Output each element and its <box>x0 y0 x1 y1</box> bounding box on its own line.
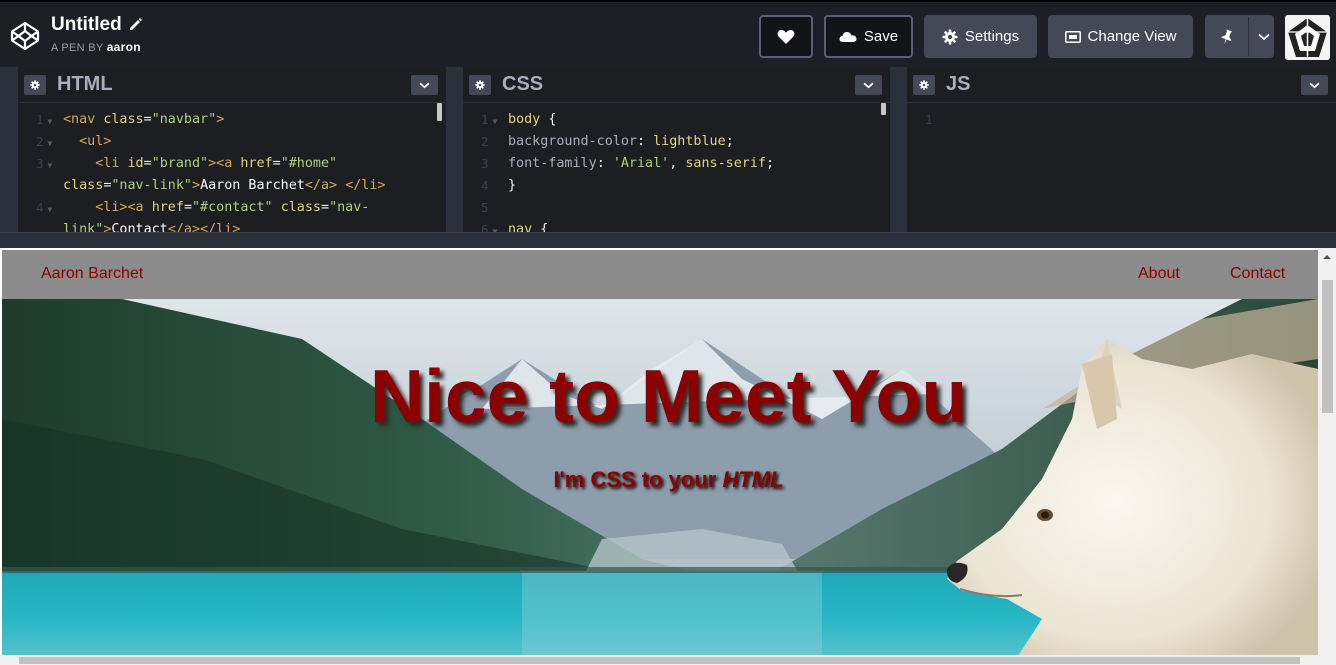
css-pane-title: CSS <box>502 73 544 95</box>
pin-menu-toggle[interactable] <box>1256 33 1272 41</box>
line-number: 3 <box>481 156 489 171</box>
line-number: 2 <box>481 134 489 149</box>
css-settings-button[interactable] <box>469 75 491 95</box>
line-number: 3 ▼ <box>36 156 53 171</box>
editor-panes: HTML 1 ▼ 2 ▼ 3 ▼ 4 ▼ <nav class="navbar"> <u… <box>0 67 1336 232</box>
code-line: <ul> <box>79 134 112 149</box>
js-code-area[interactable]: 1 <box>907 104 1336 232</box>
preview-resizer[interactable] <box>0 232 1336 248</box>
line-number: 1 ▼ <box>36 112 53 127</box>
code-line: <li><a href="#contact" class="nav- <box>95 200 370 215</box>
pen-title[interactable]: Untitled <box>51 14 122 36</box>
css-collapse-button[interactable] <box>855 75 882 95</box>
line-number: 6 ▼ <box>481 222 498 232</box>
js-pane-title: JS <box>946 73 971 95</box>
byline-prefix: A PEN BY <box>51 42 104 54</box>
settings-label: Settings <box>964 28 1020 45</box>
html-editor-pane: HTML 1 ▼ 2 ▼ 3 ▼ 4 ▼ <nav class="navbar"> <u… <box>18 67 446 232</box>
html-pane-header: HTML <box>18 67 446 103</box>
avatar-image <box>1285 15 1330 60</box>
scroll-up-arrow-icon[interactable] <box>1318 250 1336 264</box>
change-view-label: Change View <box>1087 28 1177 45</box>
html-code-area[interactable]: 1 ▼ 2 ▼ 3 ▼ 4 ▼ <nav class="navbar"> <ul> <l… <box>18 104 446 232</box>
pin-icon <box>1221 28 1233 44</box>
hero-subtitle: I'm CSS to your HTML <box>2 467 1318 493</box>
hero-subtitle-emphasis: HTML <box>722 467 784 492</box>
preview-vertical-scrollbar-thumb[interactable] <box>1322 280 1333 413</box>
hero-subtitle-text: I'm CSS to your <box>553 467 723 492</box>
love-button[interactable] <box>759 15 813 58</box>
gear-icon <box>919 80 929 90</box>
save-button[interactable]: Save <box>824 15 913 58</box>
pin-button[interactable] <box>1205 15 1274 58</box>
js-collapse-button[interactable] <box>1301 75 1328 95</box>
save-label: Save <box>863 28 899 45</box>
user-avatar[interactable] <box>1285 15 1330 60</box>
css-pane-header: CSS <box>463 67 890 103</box>
gear-icon <box>30 80 40 90</box>
hero-section: Nice to Meet You I'm CSS to your HTML <box>2 299 1318 665</box>
code-line: background-color: lightblue; <box>508 134 734 149</box>
result-preview: Aaron Barchet About Contact Nice to Meet… <box>0 248 1336 665</box>
code-line: <li id="brand"><a href="#home" <box>95 156 338 171</box>
preview-horizontal-scrollbar-thumb[interactable] <box>19 657 1300 664</box>
html-pane-title: HTML <box>57 73 113 95</box>
hero-title: Nice to Meet You <box>369 354 968 438</box>
chevron-down-icon <box>419 82 430 88</box>
code-line: <nav class="navbar"> <box>63 112 225 127</box>
nav-link-brand[interactable]: Aaron Barchet <box>41 265 143 283</box>
css-code-area[interactable]: 1 ▼ 2 3 4 5 6 ▼ body { background-color: l… <box>463 104 890 232</box>
author-link[interactable]: aaron <box>107 40 141 54</box>
code-line: } <box>508 178 517 193</box>
gear-icon <box>475 80 485 90</box>
chevron-down-icon <box>1309 82 1320 88</box>
gear-icon <box>942 29 958 44</box>
line-number: 4 <box>481 178 489 193</box>
code-line: link">Contact</a></li> <box>63 222 241 232</box>
css-editor-pane: CSS 1 ▼ 2 3 4 5 6 ▼ body { background-colo… <box>463 67 890 232</box>
heart-icon <box>777 29 795 44</box>
chevron-down-icon <box>1258 33 1270 40</box>
html-settings-button[interactable] <box>24 75 46 95</box>
cloud-icon <box>839 31 857 42</box>
line-number: 1 <box>925 112 933 127</box>
js-pane-header: JS <box>907 67 1336 103</box>
nav-link-about[interactable]: About <box>1138 265 1180 283</box>
chevron-down-icon <box>863 82 874 88</box>
js-editor-pane: JS 1 <box>907 67 1336 232</box>
codepen-logo-icon[interactable] <box>9 20 41 52</box>
html-collapse-button[interactable] <box>411 75 438 95</box>
js-settings-button[interactable] <box>913 75 935 95</box>
nav-link-contact[interactable]: Contact <box>1230 265 1285 283</box>
pencil-icon[interactable] <box>127 16 143 32</box>
pen-byline: A PEN BY aaron <box>51 40 141 54</box>
css-scrollbar[interactable] <box>881 103 886 115</box>
code-line: body { <box>508 112 557 127</box>
code-line: class="nav-link">Aaron Barchet</a> </li> <box>63 178 386 193</box>
line-number: 4 ▼ <box>36 200 53 215</box>
settings-button[interactable]: Settings <box>924 15 1037 58</box>
line-number: 5 <box>481 200 489 215</box>
line-number: 1 ▼ <box>481 112 498 127</box>
change-view-button[interactable]: Change View <box>1048 15 1193 58</box>
preview-navbar: Aaron Barchet About Contact <box>2 250 1318 299</box>
html-scrollbar[interactable] <box>437 103 442 121</box>
code-line: font-family: 'Arial', sans-serif; <box>508 156 775 171</box>
layout-icon <box>1064 30 1081 43</box>
code-line: nav { <box>508 222 549 232</box>
line-number: 2 ▼ <box>36 134 53 149</box>
pin-toggle[interactable] <box>1207 17 1249 56</box>
editor-header: Untitled A PEN BY aaron Save Settings Ch… <box>0 0 1336 67</box>
